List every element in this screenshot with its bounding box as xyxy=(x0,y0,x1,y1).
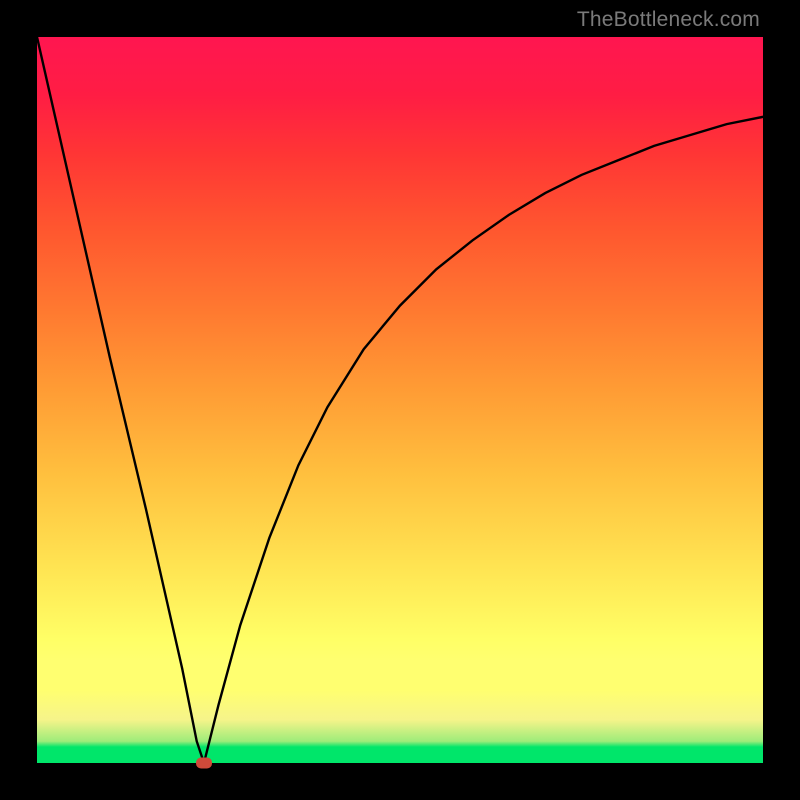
chart-frame: TheBottleneck.com xyxy=(0,0,800,800)
optimum-marker xyxy=(196,758,212,769)
watermark-text: TheBottleneck.com xyxy=(577,8,760,32)
bottleneck-curve xyxy=(37,37,763,763)
plot-area xyxy=(37,37,763,763)
curve-path xyxy=(37,37,763,763)
